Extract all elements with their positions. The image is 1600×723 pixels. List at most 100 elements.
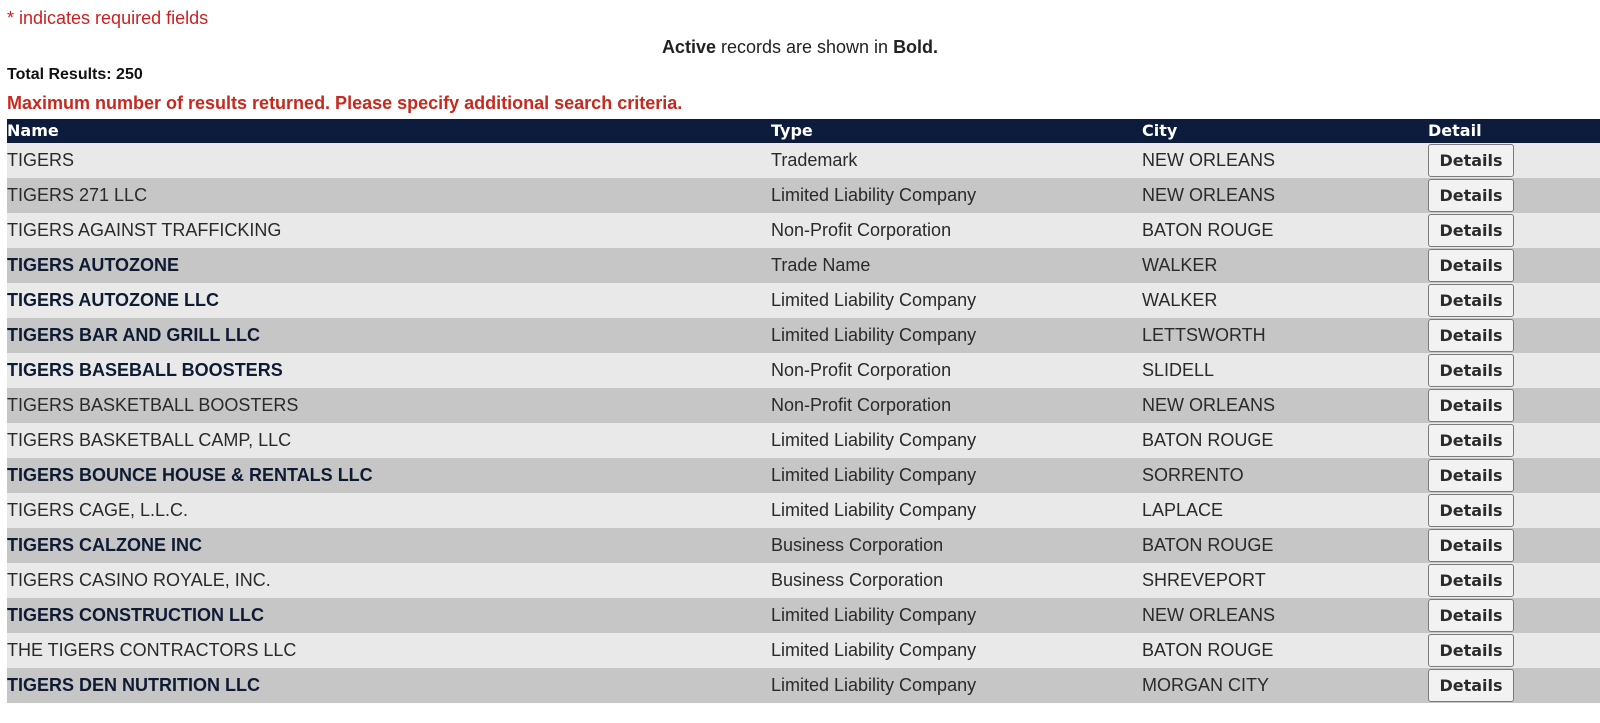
entity-name: TIGERS BASKETBALL CAMP, LLC: [7, 423, 771, 458]
entity-type: Limited Liability Company: [771, 458, 1142, 493]
details-button[interactable]: Details: [1428, 179, 1514, 212]
entity-city: LAPLACE: [1142, 493, 1428, 528]
entity-name: TIGERS CONSTRUCTION LLC: [7, 598, 771, 633]
entity-type: Trademark: [771, 143, 1142, 178]
table-row: TIGERS BAR AND GRILL LLC Limited Liabilit…: [7, 318, 1600, 353]
active-note-middle: records are shown in: [715, 37, 894, 57]
table-header-row: Name Type City Detail: [7, 119, 1600, 143]
details-button[interactable]: Details: [1428, 459, 1514, 492]
details-button[interactable]: Details: [1428, 529, 1514, 562]
entity-name: TIGERS 271 LLC: [7, 178, 771, 213]
entity-name: TIGERS CALZONE INC: [7, 528, 771, 563]
entity-city: NEW ORLEANS: [1142, 143, 1428, 178]
details-button[interactable]: Details: [1428, 144, 1514, 177]
entity-city: LETTSWORTH: [1142, 318, 1428, 353]
details-button[interactable]: Details: [1428, 634, 1514, 667]
detail-cell: Details: [1428, 353, 1600, 388]
entity-type: Limited Liability Company: [771, 423, 1142, 458]
entity-city: WALKER: [1142, 248, 1428, 283]
entity-type: Business Corporation: [771, 528, 1142, 563]
column-header-type: Type: [771, 119, 1142, 143]
detail-cell: Details: [1428, 388, 1600, 423]
entity-type: Non-Profit Corporation: [771, 353, 1142, 388]
entity-city: BATON ROUGE: [1142, 423, 1428, 458]
search-results-page: * indicates required fields Active recor…: [0, 0, 1600, 723]
detail-cell: Details: [1428, 668, 1600, 703]
entity-type: Trade Name: [771, 248, 1142, 283]
table-row: TIGERS CONSTRUCTION LLC Limited Liability…: [7, 598, 1600, 633]
details-button[interactable]: Details: [1428, 494, 1514, 527]
table-row: TIGERS BASKETBALL CAMP, LLC Limited Liabi…: [7, 423, 1600, 458]
entity-name: TIGERS AUTOZONE: [7, 248, 771, 283]
detail-cell: Details: [1428, 563, 1600, 598]
details-button[interactable]: Details: [1428, 214, 1514, 247]
details-button[interactable]: Details: [1428, 354, 1514, 387]
entity-city: SHREVEPORT: [1142, 563, 1428, 598]
entity-name: TIGERS AUTOZONE LLC: [7, 283, 771, 318]
active-records-note: Active records are shown in Bold.: [0, 37, 1600, 58]
details-button[interactable]: Details: [1428, 599, 1514, 632]
results-body: TIGERS Trademark NEW ORLEANS Details TIGERS …: [7, 143, 1600, 703]
entity-name: TIGERS CAGE, L.L.C.: [7, 493, 771, 528]
detail-cell: Details: [1428, 318, 1600, 353]
detail-cell: Details: [1428, 598, 1600, 633]
entity-type: Limited Liability Company: [771, 178, 1142, 213]
detail-cell: Details: [1428, 458, 1600, 493]
column-header-detail: Detail: [1428, 119, 1600, 143]
entity-city: SLIDELL: [1142, 353, 1428, 388]
max-results-warning: Maximum number of results returned. Plea…: [7, 93, 683, 113]
table-row: TIGERS BASKETBALL BOOSTERS Non-Profit Cor…: [7, 388, 1600, 423]
table-row: TIGERS AUTOZONE LLC Limited Liability Com…: [7, 283, 1600, 318]
entity-name: TIGERS BASKETBALL BOOSTERS: [7, 388, 771, 423]
active-note-prefix: Active: [661, 37, 716, 57]
entity-name: THE TIGERS CONTRACTORS LLC: [7, 633, 771, 668]
table-row: TIGERS CALZONE INC Business Corporation BA…: [7, 528, 1600, 563]
table-row: TIGERS CASINO ROYALE, INC. Business Corpo…: [7, 563, 1600, 598]
detail-cell: Details: [1428, 143, 1600, 178]
entity-name: TIGERS BASEBALL BOOSTERS: [7, 353, 771, 388]
entity-type: Limited Liability Company: [771, 633, 1142, 668]
details-button[interactable]: Details: [1428, 564, 1514, 597]
detail-cell: Details: [1428, 633, 1600, 668]
entity-city: NEW ORLEANS: [1142, 598, 1428, 633]
results-table: Name Type City Detail TIGERS Trademark NEW…: [7, 119, 1600, 703]
entity-city: BATON ROUGE: [1142, 528, 1428, 563]
detail-cell: Details: [1428, 528, 1600, 563]
details-button[interactable]: Details: [1428, 424, 1514, 457]
details-button[interactable]: Details: [1428, 284, 1514, 317]
details-button[interactable]: Details: [1428, 249, 1514, 282]
column-header-name: Name: [7, 119, 771, 143]
table-row: TIGERS CAGE, L.L.C. Limited Liability Com…: [7, 493, 1600, 528]
entity-type: Limited Liability Company: [771, 283, 1142, 318]
detail-cell: Details: [1428, 493, 1600, 528]
entity-city: SORRENTO: [1142, 458, 1428, 493]
entity-name: TIGERS BOUNCE HOUSE & RENTALS LLC: [7, 458, 771, 493]
entity-name: TIGERS DEN NUTRITION LLC: [7, 668, 771, 703]
entity-name: TIGERS CASINO ROYALE, INC.: [7, 563, 771, 598]
entity-city: BATON ROUGE: [1142, 633, 1428, 668]
detail-cell: Details: [1428, 178, 1600, 213]
details-button[interactable]: Details: [1428, 319, 1514, 352]
detail-cell: Details: [1428, 213, 1600, 248]
active-note-suffix: Bold.: [893, 37, 939, 57]
details-button[interactable]: Details: [1428, 389, 1514, 422]
table-row: TIGERS Trademark NEW ORLEANS Details: [7, 143, 1600, 178]
table-row: THE TIGERS CONTRACTORS LLC Limited Liabil…: [7, 633, 1600, 668]
entity-city: NEW ORLEANS: [1142, 178, 1428, 213]
entity-city: WALKER: [1142, 283, 1428, 318]
table-row: TIGERS BOUNCE HOUSE & RENTALS LLC Limited…: [7, 458, 1600, 493]
required-fields-note: * indicates required fields: [7, 8, 209, 28]
detail-cell: Details: [1428, 423, 1600, 458]
entity-type: Limited Liability Company: [771, 598, 1142, 633]
table-row: TIGERS AUTOZONE Trade Name WALKER Details: [7, 248, 1600, 283]
entity-city: NEW ORLEANS: [1142, 388, 1428, 423]
entity-type: Limited Liability Company: [771, 493, 1142, 528]
detail-cell: Details: [1428, 248, 1600, 283]
entity-type: Non-Profit Corporation: [771, 213, 1142, 248]
details-button[interactable]: Details: [1428, 669, 1514, 702]
entity-name: TIGERS AGAINST TRAFFICKING: [7, 213, 771, 248]
table-row: TIGERS DEN NUTRITION LLC Limited Liabilit…: [7, 668, 1600, 703]
entity-city: MORGAN CITY: [1142, 668, 1428, 703]
entity-name: TIGERS BAR AND GRILL LLC: [7, 318, 771, 353]
entity-name: TIGERS: [7, 143, 771, 178]
